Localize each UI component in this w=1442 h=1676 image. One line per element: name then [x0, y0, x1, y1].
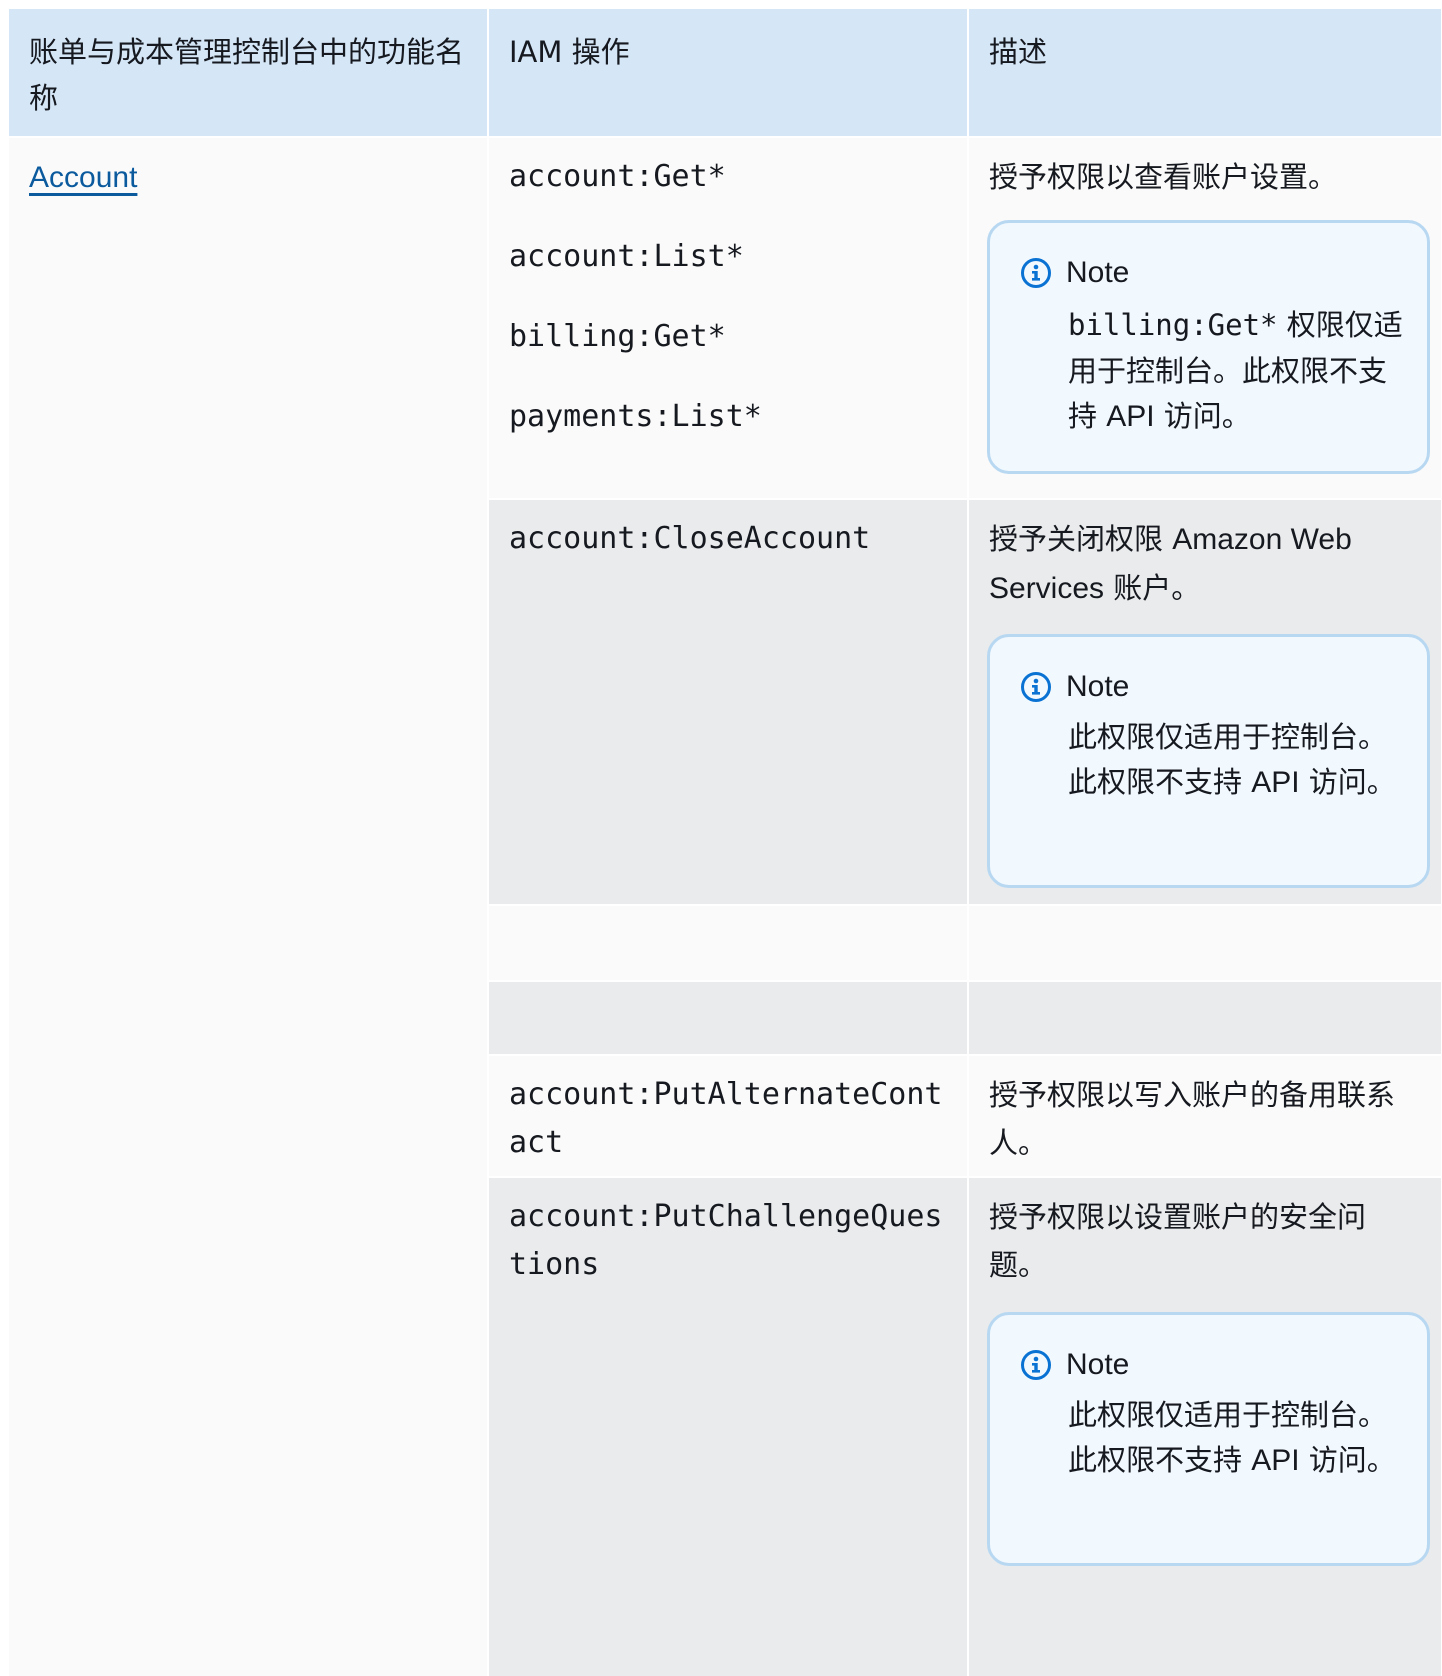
- note-text: 访问。: [1154, 399, 1251, 433]
- note-title: Note: [1020, 253, 1407, 293]
- note-title: Note: [1020, 1345, 1407, 1385]
- action-code: billing:Get*: [509, 319, 726, 354]
- actions-cell-row2: account:CloseAccount: [489, 500, 967, 904]
- note-body: 此权限仅适用于控制台。此权限不支持 API 访问。: [1068, 715, 1407, 805]
- header-feature-name: 账单与成本管理控制台中的功能名称: [9, 9, 487, 136]
- note-text: API: [1251, 766, 1300, 799]
- actions-cell-row1: account:Get* account:List* billing:Get* …: [489, 138, 967, 498]
- info-icon: [1021, 1350, 1051, 1380]
- description-cell-row3: 授予权限以写入账户的备用联系人。: [969, 1056, 1441, 1176]
- actions-cell-row3: account:PutAlternateContact: [489, 1056, 967, 1176]
- note-title-text: Note: [1066, 670, 1130, 703]
- note-text: API: [1106, 400, 1155, 433]
- action-code: account:List*: [509, 239, 744, 274]
- note-text: 访问。: [1299, 1443, 1396, 1477]
- empty-cell: [489, 982, 967, 1054]
- description-part: 授予关闭权限: [989, 522, 1173, 556]
- account-link[interactable]: Account: [29, 161, 137, 194]
- note-box: Note 此权限仅适用于控制台。此权限不支持 API 访问。: [987, 634, 1430, 888]
- info-icon: [1021, 258, 1051, 288]
- description-cell-row1: 授予权限以查看账户设置。 Note billing:Get* 权限仅适用于控制台…: [969, 138, 1441, 498]
- note-code: billing:Get*: [1068, 308, 1278, 342]
- permissions-table: 账单与成本管理控制台中的功能名称 IAM 操作 描述 Account accou…: [9, 9, 1441, 1676]
- action-code: payments:List*: [509, 399, 762, 434]
- header-description: 描述: [969, 9, 1441, 136]
- description-text: 授予权限以设置账户的安全问题。: [989, 1200, 1367, 1282]
- empty-cell: [489, 906, 967, 980]
- action-code: account:CloseAccount: [509, 521, 871, 556]
- note-title-text: Note: [1066, 256, 1130, 289]
- description-text: 授予权限以写入账户的备用联系人。: [989, 1078, 1396, 1160]
- note-box: Note billing:Get* 权限仅适用于控制台。此权限不支持 API 访…: [987, 220, 1430, 474]
- note-text: 权限: [1277, 308, 1345, 342]
- note-text: API: [1251, 1444, 1300, 1477]
- description-part: 账户。: [1104, 571, 1201, 605]
- note-title-text: Note: [1066, 1348, 1130, 1381]
- empty-cell: [969, 906, 1441, 980]
- feature-cell: Account: [9, 138, 487, 1676]
- note-box: Note 此权限仅适用于控制台。此权限不支持 API 访问。: [987, 1312, 1430, 1566]
- note-title: Note: [1020, 667, 1407, 707]
- header-iam-action: IAM 操作: [489, 9, 967, 136]
- description-cell-row2: 授予关闭权限 Amazon Web Services 账户。 Note 此权限仅…: [969, 500, 1441, 904]
- description-cell-row4: 授予权限以设置账户的安全问题。 Note 此权限仅适用于控制台。此权限不支持 A…: [969, 1178, 1441, 1676]
- action-code: account:PutAlternateContact: [509, 1077, 943, 1160]
- note-body: billing:Get* 权限仅适用于控制台。此权限不支持 API 访问。: [1068, 301, 1407, 439]
- description-text: 授予关闭权限 Amazon Web Services 账户。: [989, 515, 1423, 613]
- note-text: 访问。: [1299, 765, 1396, 799]
- info-icon: [1021, 672, 1051, 702]
- actions-cell-row4: account:PutChallengeQuestions: [489, 1178, 967, 1676]
- action-code: account:Get*: [509, 159, 726, 194]
- empty-cell: [969, 982, 1441, 1054]
- action-code: account:PutChallengeQuestions: [509, 1199, 943, 1282]
- note-body: 此权限仅适用于控制台。此权限不支持 API 访问。: [1068, 1393, 1407, 1483]
- description-text: 授予权限以查看账户设置。: [989, 160, 1338, 194]
